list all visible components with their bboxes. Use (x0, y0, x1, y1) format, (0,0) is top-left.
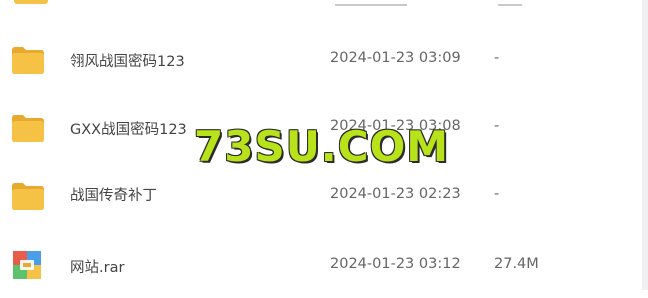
folder-icon (10, 112, 46, 144)
file-row[interactable]: 翎风战国密码123 2024-01-23 03:09 - (0, 26, 642, 94)
archive-icon (12, 250, 42, 280)
file-size: - (494, 118, 500, 134)
time-placeholder (335, 0, 407, 6)
file-size: 27.4M (494, 256, 539, 272)
folder-icon (10, 180, 46, 212)
file-name[interactable]: 网站.rar (70, 256, 124, 277)
modified-time: 2024-01-23 03:12 (330, 256, 461, 272)
file-size: - (494, 50, 500, 66)
watermark-text: 73SU.COM (194, 122, 450, 171)
modified-time: 2024-01-23 02:23 (330, 186, 461, 202)
file-row[interactable]: 战国传奇补丁 2024-01-23 02:23 - (0, 162, 642, 230)
file-name[interactable]: GXX战国密码123 (70, 118, 187, 139)
folder-icon (10, 44, 46, 76)
file-size: - (494, 186, 500, 202)
file-name[interactable]: 翎风战国密码123 (70, 50, 185, 71)
folder-icon (14, 0, 48, 4)
partial-file-row[interactable] (0, 0, 642, 8)
scrollbar-track[interactable] (642, 0, 648, 290)
file-name[interactable]: 战国传奇补丁 (70, 184, 157, 205)
size-placeholder (498, 0, 522, 6)
file-row[interactable]: 网站.rar 2024-01-23 03:12 27.4M (0, 230, 642, 298)
modified-time: 2024-01-23 03:09 (330, 50, 461, 66)
